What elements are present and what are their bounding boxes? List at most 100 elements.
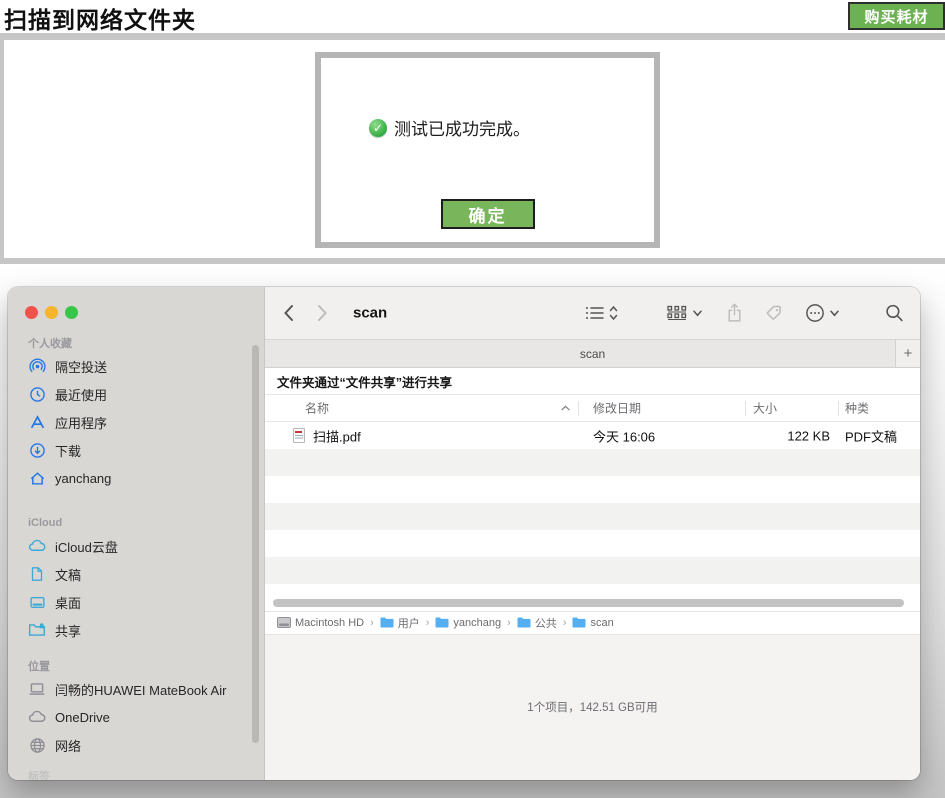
sidebar-item-recents[interactable]: 最近使用 [8,380,264,408]
desktop-icon [28,593,46,611]
sidebar-item-label: 网络 [55,736,81,755]
column-divider[interactable] [578,401,579,416]
new-tab-button[interactable]: + [895,340,920,367]
file-date: 今天 16:06 [593,426,655,445]
column-divider[interactable] [745,401,746,416]
finder-window: 个人收藏 隔空投送 最近使用 [8,287,920,780]
path-bar: Macintosh HD › 用户 › yanchang › 公共 › scan [265,612,920,635]
section-favorites: 个人收藏 [8,334,264,352]
sidebar-item-documents[interactable]: 文稿 [8,560,264,588]
folder-icon [380,617,394,628]
column-date[interactable]: 修改日期 [593,400,641,417]
column-size[interactable]: 大小 [753,400,777,417]
success-check-icon: ✓ [369,119,387,137]
content-top-border [0,33,945,40]
horizontal-scrollbar[interactable] [273,599,904,607]
path-item-users[interactable]: 用户 [380,615,420,631]
sidebar-scrollbar[interactable] [252,345,259,743]
sidebar-item-label: 文稿 [55,565,81,584]
column-kind[interactable]: 种类 [845,400,869,417]
onedrive-cloud-icon [28,708,46,726]
laptop-icon [28,680,46,698]
path-label: 公共 [535,615,557,631]
path-item-scan[interactable]: scan [572,617,613,629]
more-actions-button[interactable] [805,303,839,323]
column-name[interactable]: 名称 [305,400,329,417]
shared-folder-notice: 文件夹通过“文件共享”进行共享 [265,368,920,395]
sidebar-item-this-mac[interactable]: 闫畅的HUAWEI MateBook Air [8,675,264,703]
share-button[interactable] [726,303,743,323]
section-tags: 标签 [8,767,264,780]
folder-icon [435,617,449,628]
sidebar-item-label: 下载 [55,441,81,460]
sort-arrows-icon [609,305,618,321]
file-row-scan-pdf[interactable]: 扫描.pdf 今天 16:06 122 KB PDF文稿 [265,422,920,449]
sidebar-item-icloud-drive[interactable]: iCloud云盘 [8,532,264,560]
group-by-button[interactable] [667,305,702,321]
folder-icon [572,617,586,628]
tag-icon [765,304,783,322]
forward-button[interactable] [317,304,328,322]
path-separator: › [426,617,430,629]
view-list-button[interactable] [585,305,618,321]
finder-main-pane: scan [265,287,920,780]
file-name: 扫描.pdf [313,426,361,445]
folder-icon [517,617,531,628]
column-headers: 名称 修改日期 大小 种类 [265,395,920,422]
sidebar-item-label: yanchang [55,471,111,486]
path-item-public[interactable]: 公共 [517,615,557,631]
sidebar-item-desktop[interactable]: 桌面 [8,588,264,616]
ellipsis-circle-icon [805,303,825,323]
status-text: 1个项目，142.51 GB可用 [527,699,657,715]
finder-sidebar: 个人收藏 隔空投送 最近使用 [8,287,265,780]
back-button[interactable] [283,304,294,322]
sidebar-item-downloads[interactable]: 下载 [8,436,264,464]
downloads-icon [28,441,46,459]
path-separator: › [507,617,511,629]
file-kind: PDF文稿 [845,426,897,445]
path-item-macintosh-hd[interactable]: Macintosh HD [277,617,364,629]
home-icon [28,469,46,487]
sidebar-item-label: 共享 [55,621,81,640]
path-label: yanchang [453,617,501,629]
search-button[interactable] [885,304,904,323]
sidebar-item-network[interactable]: 网络 [8,731,264,759]
sidebar-item-label: 桌面 [55,593,81,612]
ews-header: 扫描到网络文件夹 购买耗材 [0,0,945,33]
buy-supplies-button[interactable]: 购买耗材 [848,2,945,30]
pdf-file-icon [293,428,305,443]
horizontal-scroll-area [265,595,920,612]
hard-drive-icon [277,617,291,628]
dialog-message: 测试已成功完成。 [394,115,530,140]
airdrop-icon [28,357,46,375]
sort-ascending-icon [561,405,570,411]
sidebar-item-label: 隔空投送 [55,357,107,376]
document-icon [28,565,46,583]
sidebar-item-applications[interactable]: 应用程序 [8,408,264,436]
sidebar-item-shared[interactable]: 共享 [8,616,264,644]
test-result-dialog: ✓ 测试已成功完成。 确定 [315,52,660,248]
sidebar-item-airdrop[interactable]: 隔空投送 [8,352,264,380]
section-locations: 位置 [8,657,264,675]
ok-button[interactable]: 确定 [441,199,535,229]
sidebar-item-label: 应用程序 [55,413,107,432]
status-bar: 1个项目，142.51 GB可用 [265,635,920,781]
finder-toolbar: scan [265,287,920,340]
path-label: scan [590,617,613,629]
tags-button[interactable] [765,304,783,322]
sidebar-item-onedrive[interactable]: OneDrive [8,703,264,731]
path-separator: › [370,617,374,629]
page-title: 扫描到网络文件夹 [4,1,196,35]
chevron-down-icon [693,310,702,317]
column-divider[interactable] [838,401,839,416]
cloud-icon [28,537,46,555]
shared-folder-icon [28,621,46,639]
printer-web-page: 扫描到网络文件夹 购买耗材 ✓ 测试已成功完成。 确定 [0,0,945,264]
path-label: Macintosh HD [295,617,364,629]
file-list-empty-area[interactable] [265,449,920,595]
sidebar-item-label: OneDrive [55,710,110,725]
sidebar-item-home[interactable]: yanchang [8,464,264,492]
tab-scan[interactable]: scan [580,347,605,361]
tab-bar: scan + [265,340,920,368]
path-item-yanchang[interactable]: yanchang [435,617,501,629]
